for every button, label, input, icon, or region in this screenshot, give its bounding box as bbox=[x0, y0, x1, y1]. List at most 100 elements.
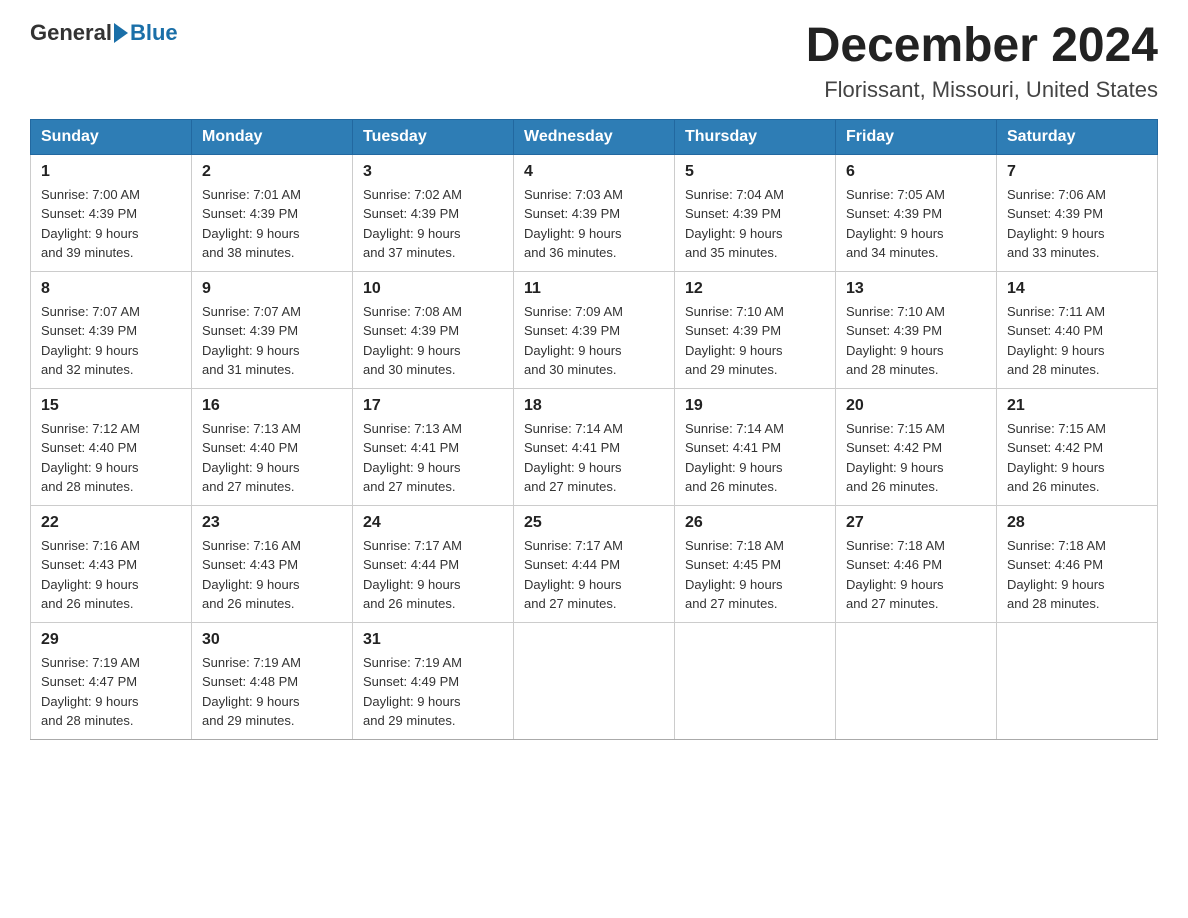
table-row bbox=[675, 622, 836, 739]
col-monday: Monday bbox=[192, 119, 353, 154]
logo: General Blue bbox=[30, 20, 178, 46]
table-row: 31 Sunrise: 7:19 AM Sunset: 4:49 PM Dayl… bbox=[353, 622, 514, 739]
day-number: 21 bbox=[1007, 397, 1147, 415]
logo-blue-text: Blue bbox=[130, 20, 178, 46]
day-info: Sunrise: 7:17 AM Sunset: 4:44 PM Dayligh… bbox=[524, 536, 664, 614]
day-info: Sunrise: 7:13 AM Sunset: 4:41 PM Dayligh… bbox=[363, 419, 503, 497]
calendar-header-row: Sunday Monday Tuesday Wednesday Thursday… bbox=[31, 119, 1158, 154]
day-number: 2 bbox=[202, 163, 342, 181]
table-row: 28 Sunrise: 7:18 AM Sunset: 4:46 PM Dayl… bbox=[997, 505, 1158, 622]
day-number: 17 bbox=[363, 397, 503, 415]
table-row: 10 Sunrise: 7:08 AM Sunset: 4:39 PM Dayl… bbox=[353, 271, 514, 388]
day-info: Sunrise: 7:16 AM Sunset: 4:43 PM Dayligh… bbox=[202, 536, 342, 614]
table-row: 25 Sunrise: 7:17 AM Sunset: 4:44 PM Dayl… bbox=[514, 505, 675, 622]
day-number: 26 bbox=[685, 514, 825, 532]
day-info: Sunrise: 7:10 AM Sunset: 4:39 PM Dayligh… bbox=[685, 302, 825, 380]
table-row: 11 Sunrise: 7:09 AM Sunset: 4:39 PM Dayl… bbox=[514, 271, 675, 388]
col-tuesday: Tuesday bbox=[353, 119, 514, 154]
day-info: Sunrise: 7:15 AM Sunset: 4:42 PM Dayligh… bbox=[846, 419, 986, 497]
day-number: 16 bbox=[202, 397, 342, 415]
day-info: Sunrise: 7:08 AM Sunset: 4:39 PM Dayligh… bbox=[363, 302, 503, 380]
day-info: Sunrise: 7:14 AM Sunset: 4:41 PM Dayligh… bbox=[524, 419, 664, 497]
col-sunday: Sunday bbox=[31, 119, 192, 154]
table-row bbox=[836, 622, 997, 739]
logo-general-text: General bbox=[30, 20, 112, 46]
day-info: Sunrise: 7:05 AM Sunset: 4:39 PM Dayligh… bbox=[846, 185, 986, 263]
table-row: 24 Sunrise: 7:17 AM Sunset: 4:44 PM Dayl… bbox=[353, 505, 514, 622]
table-row: 13 Sunrise: 7:10 AM Sunset: 4:39 PM Dayl… bbox=[836, 271, 997, 388]
day-number: 3 bbox=[363, 163, 503, 181]
table-row: 30 Sunrise: 7:19 AM Sunset: 4:48 PM Dayl… bbox=[192, 622, 353, 739]
day-info: Sunrise: 7:12 AM Sunset: 4:40 PM Dayligh… bbox=[41, 419, 181, 497]
day-info: Sunrise: 7:01 AM Sunset: 4:39 PM Dayligh… bbox=[202, 185, 342, 263]
table-row bbox=[514, 622, 675, 739]
day-number: 5 bbox=[685, 163, 825, 181]
day-number: 1 bbox=[41, 163, 181, 181]
table-row: 3 Sunrise: 7:02 AM Sunset: 4:39 PM Dayli… bbox=[353, 154, 514, 271]
day-number: 30 bbox=[202, 631, 342, 649]
table-row: 23 Sunrise: 7:16 AM Sunset: 4:43 PM Dayl… bbox=[192, 505, 353, 622]
table-row: 16 Sunrise: 7:13 AM Sunset: 4:40 PM Dayl… bbox=[192, 388, 353, 505]
day-info: Sunrise: 7:19 AM Sunset: 4:47 PM Dayligh… bbox=[41, 653, 181, 731]
day-number: 28 bbox=[1007, 514, 1147, 532]
day-info: Sunrise: 7:00 AM Sunset: 4:39 PM Dayligh… bbox=[41, 185, 181, 263]
table-row: 12 Sunrise: 7:10 AM Sunset: 4:39 PM Dayl… bbox=[675, 271, 836, 388]
day-info: Sunrise: 7:02 AM Sunset: 4:39 PM Dayligh… bbox=[363, 185, 503, 263]
table-row bbox=[997, 622, 1158, 739]
table-row: 29 Sunrise: 7:19 AM Sunset: 4:47 PM Dayl… bbox=[31, 622, 192, 739]
calendar-week-row: 29 Sunrise: 7:19 AM Sunset: 4:47 PM Dayl… bbox=[31, 622, 1158, 739]
table-row: 1 Sunrise: 7:00 AM Sunset: 4:39 PM Dayli… bbox=[31, 154, 192, 271]
table-row: 5 Sunrise: 7:04 AM Sunset: 4:39 PM Dayli… bbox=[675, 154, 836, 271]
day-number: 6 bbox=[846, 163, 986, 181]
day-number: 19 bbox=[685, 397, 825, 415]
day-number: 7 bbox=[1007, 163, 1147, 181]
table-row: 20 Sunrise: 7:15 AM Sunset: 4:42 PM Dayl… bbox=[836, 388, 997, 505]
day-info: Sunrise: 7:10 AM Sunset: 4:39 PM Dayligh… bbox=[846, 302, 986, 380]
day-info: Sunrise: 7:13 AM Sunset: 4:40 PM Dayligh… bbox=[202, 419, 342, 497]
table-row: 18 Sunrise: 7:14 AM Sunset: 4:41 PM Dayl… bbox=[514, 388, 675, 505]
table-row: 4 Sunrise: 7:03 AM Sunset: 4:39 PM Dayli… bbox=[514, 154, 675, 271]
day-info: Sunrise: 7:09 AM Sunset: 4:39 PM Dayligh… bbox=[524, 302, 664, 380]
table-row: 21 Sunrise: 7:15 AM Sunset: 4:42 PM Dayl… bbox=[997, 388, 1158, 505]
day-info: Sunrise: 7:16 AM Sunset: 4:43 PM Dayligh… bbox=[41, 536, 181, 614]
col-saturday: Saturday bbox=[997, 119, 1158, 154]
day-number: 9 bbox=[202, 280, 342, 298]
page-header: General Blue December 2024 Florissant, M… bbox=[30, 20, 1158, 103]
day-number: 29 bbox=[41, 631, 181, 649]
day-number: 13 bbox=[846, 280, 986, 298]
day-info: Sunrise: 7:18 AM Sunset: 4:46 PM Dayligh… bbox=[846, 536, 986, 614]
calendar-week-row: 1 Sunrise: 7:00 AM Sunset: 4:39 PM Dayli… bbox=[31, 154, 1158, 271]
table-row: 17 Sunrise: 7:13 AM Sunset: 4:41 PM Dayl… bbox=[353, 388, 514, 505]
logo-arrow-icon bbox=[114, 23, 128, 43]
col-friday: Friday bbox=[836, 119, 997, 154]
table-row: 14 Sunrise: 7:11 AM Sunset: 4:40 PM Dayl… bbox=[997, 271, 1158, 388]
table-row: 9 Sunrise: 7:07 AM Sunset: 4:39 PM Dayli… bbox=[192, 271, 353, 388]
table-row: 26 Sunrise: 7:18 AM Sunset: 4:45 PM Dayl… bbox=[675, 505, 836, 622]
day-number: 18 bbox=[524, 397, 664, 415]
day-number: 25 bbox=[524, 514, 664, 532]
day-info: Sunrise: 7:19 AM Sunset: 4:49 PM Dayligh… bbox=[363, 653, 503, 731]
title-block: December 2024 Florissant, Missouri, Unit… bbox=[806, 20, 1158, 103]
calendar-week-row: 8 Sunrise: 7:07 AM Sunset: 4:39 PM Dayli… bbox=[31, 271, 1158, 388]
day-number: 23 bbox=[202, 514, 342, 532]
day-number: 10 bbox=[363, 280, 503, 298]
day-info: Sunrise: 7:06 AM Sunset: 4:39 PM Dayligh… bbox=[1007, 185, 1147, 263]
calendar-week-row: 22 Sunrise: 7:16 AM Sunset: 4:43 PM Dayl… bbox=[31, 505, 1158, 622]
day-info: Sunrise: 7:18 AM Sunset: 4:45 PM Dayligh… bbox=[685, 536, 825, 614]
day-info: Sunrise: 7:07 AM Sunset: 4:39 PM Dayligh… bbox=[202, 302, 342, 380]
table-row: 2 Sunrise: 7:01 AM Sunset: 4:39 PM Dayli… bbox=[192, 154, 353, 271]
calendar-table: Sunday Monday Tuesday Wednesday Thursday… bbox=[30, 119, 1158, 740]
calendar-week-row: 15 Sunrise: 7:12 AM Sunset: 4:40 PM Dayl… bbox=[31, 388, 1158, 505]
day-number: 24 bbox=[363, 514, 503, 532]
day-number: 4 bbox=[524, 163, 664, 181]
subtitle: Florissant, Missouri, United States bbox=[806, 77, 1158, 103]
day-number: 27 bbox=[846, 514, 986, 532]
day-number: 11 bbox=[524, 280, 664, 298]
day-info: Sunrise: 7:11 AM Sunset: 4:40 PM Dayligh… bbox=[1007, 302, 1147, 380]
table-row: 6 Sunrise: 7:05 AM Sunset: 4:39 PM Dayli… bbox=[836, 154, 997, 271]
day-info: Sunrise: 7:07 AM Sunset: 4:39 PM Dayligh… bbox=[41, 302, 181, 380]
day-number: 12 bbox=[685, 280, 825, 298]
day-number: 8 bbox=[41, 280, 181, 298]
day-number: 14 bbox=[1007, 280, 1147, 298]
col-wednesday: Wednesday bbox=[514, 119, 675, 154]
